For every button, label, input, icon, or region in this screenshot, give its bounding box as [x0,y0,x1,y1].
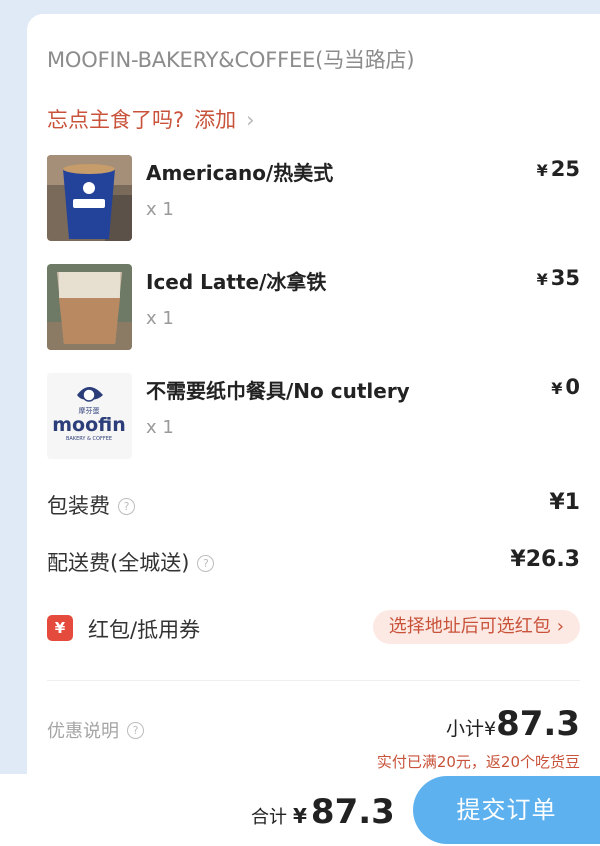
delivery-fee-label: 配送费(全城送) [47,551,190,575]
help-icon: ? [127,722,144,739]
price-value: 0 [565,375,580,399]
chevron-right-icon: › [246,108,255,132]
upsell-add: 添加 [194,108,237,132]
currency-symbol: ¥ [551,379,563,398]
iced-latte-photo [47,264,132,350]
item-quantity: x 1 [146,308,174,329]
item-name: Americano/热美式 [146,161,334,185]
list-item[interactable]: Iced Latte/冰拿铁 x 1 ¥35 [47,264,580,352]
item-quantity: x 1 [146,417,174,438]
delivery-fee-value: ¥26.3 [510,547,580,572]
help-icon[interactable]: ? [118,498,135,515]
moofin-logo: 摩芬蛋 moofin BAKERY & COFFEE [47,373,132,459]
checkout-bar: 合计 ¥87.3 提交订单 [0,774,600,846]
item-quantity: x 1 [146,199,174,220]
packaging-fee-value: ¥1 [549,490,580,515]
rebate-note: 实付已满20元，返20个吃货豆 [376,753,580,771]
coupon-pill-label: 选择地址后可选红包 [388,616,551,637]
list-item[interactable]: 摩芬蛋 moofin BAKERY & COFFEE 不需要纸巾餐具/No cu… [47,373,580,461]
chevron-right-icon: › [556,616,564,637]
order-card: MOOFIN-BAKERY&COFFEE(马当路店) 忘点主食了吗? 添加 › Am… [27,14,600,774]
promo-info[interactable]: 优惠说明? [47,717,144,743]
currency-symbol: ¥ [536,270,548,289]
shop-name: MOOFIN-BAKERY&COFFEE(马当路店) [47,48,415,72]
coupon-icon: ¥ [47,615,73,641]
price-value: 25 [550,157,580,181]
currency-symbol: ¥ [293,804,307,828]
coupon-row[interactable]: ¥ 红包/抵用券 选择地址后可选红包 › [47,610,580,650]
subtotal-value: 87.3 [496,704,580,744]
item-name: 不需要纸巾餐具/No cutlery [146,379,410,403]
americano-cup-photo [47,155,132,241]
svg-text:BAKERY & COFFEE: BAKERY & COFFEE [66,436,112,442]
submit-order-button[interactable]: 提交订单 [413,776,600,844]
coupon-label: 红包/抵用券 [88,618,201,642]
divider [47,680,580,681]
upsell-prompt: 忘点主食了吗? [47,108,185,132]
total-value: 87.3 [310,792,395,832]
upsell-link[interactable]: 忘点主食了吗? 添加 › [47,104,255,134]
currency-symbol: ¥ [536,161,548,180]
help-icon[interactable]: ? [197,555,215,572]
subtotal-label: 小计¥ [446,718,497,740]
total-label: 合计 [251,807,287,828]
order-total: 合计 ¥87.3 [251,792,395,832]
item-price: ¥0 [551,375,580,399]
price-value: 35 [550,266,580,290]
coupon-select-button[interactable]: 选择地址后可选红包 › [372,610,580,644]
item-name: Iced Latte/冰拿铁 [146,270,327,294]
item-price: ¥25 [537,157,580,181]
item-price: ¥35 [537,266,580,290]
promo-label: 优惠说明 [47,721,119,742]
list-item[interactable]: Americano/热美式 x 1 ¥25 [47,155,580,243]
delivery-fee-row: 配送费(全城送)? ¥26.3 [47,547,580,577]
packaging-fee-row: 包装费? ¥1 [47,490,580,520]
svg-text:moofin: moofin [52,414,126,436]
packaging-fee-label: 包装费 [47,494,110,518]
subtotal: 小计¥87.3 [446,704,580,744]
